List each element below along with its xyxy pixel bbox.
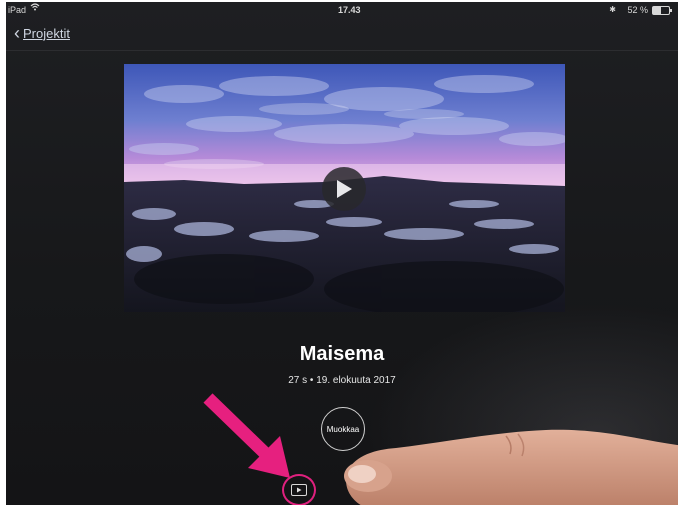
navigation-bar: ‹ Projektit [6,20,678,51]
chevron-left-icon: ‹ [14,23,20,43]
clock: 17.43 [338,5,361,15]
device-label: iPad [8,5,27,15]
status-bar: iPad 17.43 ✱ 52 % [6,2,678,20]
video-thumbnail[interactable] [124,64,565,312]
bluetooth-icon: ✱ [609,5,616,14]
back-button[interactable]: ‹ Projektit [14,24,70,42]
ipad-screen: iPad 17.43 ✱ 52 % ‹ Projektit Maisema 27… [6,2,678,505]
wifi-icon [30,3,40,13]
play-square-icon [291,484,307,496]
battery-icon [652,6,672,15]
battery-percentage: 52 % [627,5,648,15]
play-button[interactable] [322,167,366,211]
annotation-arrow [203,393,290,478]
play-icon [337,180,352,198]
finger-photo [344,429,678,505]
back-label: Projektit [23,25,70,41]
